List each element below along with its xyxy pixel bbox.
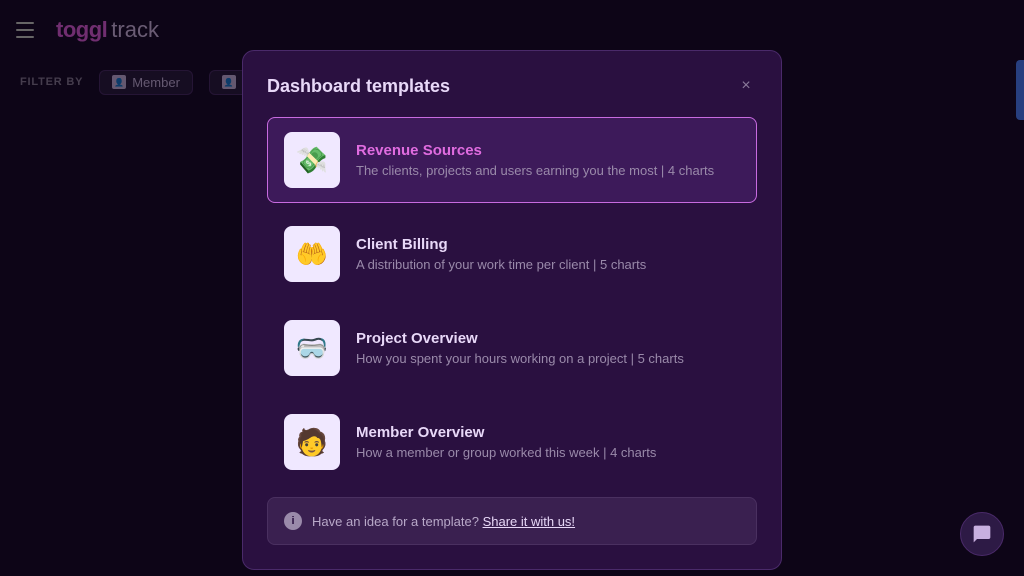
modal-close-button[interactable]: × xyxy=(735,75,757,97)
template-icon-revenue: 💸 xyxy=(284,132,340,188)
template-icon-project: 🥽 xyxy=(284,320,340,376)
template-info-revenue: Revenue Sources The clients, projects an… xyxy=(356,142,740,178)
billing-emoji: 🤲 xyxy=(296,239,328,270)
chat-icon xyxy=(972,524,992,544)
template-item-billing[interactable]: 🤲 Client Billing A distribution of your … xyxy=(267,211,757,297)
template-name-project: Project Overview xyxy=(356,330,740,347)
template-name-member: Member Overview xyxy=(356,424,740,441)
project-emoji: 🥽 xyxy=(296,333,328,364)
template-info-member: Member Overview How a member or group wo… xyxy=(356,424,740,460)
modal-title: Dashboard templates xyxy=(267,76,450,97)
template-desc-member: How a member or group worked this week |… xyxy=(356,445,740,460)
revenue-emoji: 💸 xyxy=(296,145,328,176)
template-info-billing: Client Billing A distribution of your wo… xyxy=(356,236,740,272)
template-icon-member: 🧑 xyxy=(284,414,340,470)
template-desc-billing: A distribution of your work time per cli… xyxy=(356,257,740,272)
template-item-revenue[interactable]: 💸 Revenue Sources The clients, projects … xyxy=(267,117,757,203)
footer-share-link[interactable]: Share it with us! xyxy=(483,514,576,529)
footer-text: Have an idea for a template? Share it wi… xyxy=(312,514,575,529)
template-desc-revenue: The clients, projects and users earning … xyxy=(356,163,740,178)
template-desc-project: How you spent your hours working on a pr… xyxy=(356,351,740,366)
template-item-member[interactable]: 🧑 Member Overview How a member or group … xyxy=(267,399,757,485)
dashboard-templates-modal: Dashboard templates × 💸 Revenue Sources … xyxy=(242,50,782,570)
chat-button[interactable] xyxy=(960,512,1004,556)
modal-header: Dashboard templates × xyxy=(267,75,757,97)
footer-static-text: Have an idea for a template? xyxy=(312,514,479,529)
template-item-project[interactable]: 🥽 Project Overview How you spent your ho… xyxy=(267,305,757,391)
template-name-revenue: Revenue Sources xyxy=(356,142,740,159)
template-icon-billing: 🤲 xyxy=(284,226,340,282)
info-icon: i xyxy=(284,512,302,530)
member-overview-emoji: 🧑 xyxy=(296,427,328,458)
template-name-billing: Client Billing xyxy=(356,236,740,253)
template-info-project: Project Overview How you spent your hour… xyxy=(356,330,740,366)
modal-footer: i Have an idea for a template? Share it … xyxy=(267,497,757,545)
